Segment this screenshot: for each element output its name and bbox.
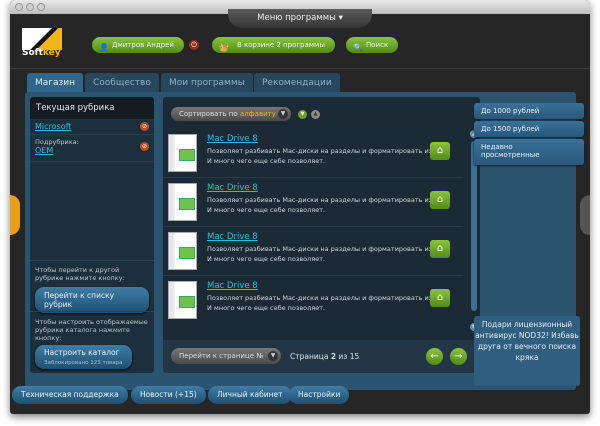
product-box-image [168,232,197,270]
page-info: Страница 2 из 15 [290,352,360,361]
add-to-cart-button[interactable]: ⌂ [430,240,450,258]
right-side-handle[interactable] [580,195,590,235]
current-category-title: Текущая рубрика [30,97,154,119]
product-item: Mac Drive 8 Позволяет разбивать Mac-диски… [163,228,463,276]
product-title-link[interactable]: Mac Drive 8 [207,134,258,144]
subcategory-label: Подрубрика: [35,138,79,146]
goto-page-dropdown[interactable]: Перейти к странице № ▼ [171,348,281,364]
softkey-logo: Softkey [22,28,62,60]
chevron-down-icon: ▼ [278,109,288,119]
product-title-link[interactable]: Mac Drive 8 [207,281,258,291]
user-button[interactable]: 👤 Дмитров Андрей [92,37,184,53]
filter-under-1500[interactable]: До 1500 рублей [474,121,584,137]
category-hint: Чтобы перейти к другой рубрике нажмите к… [35,266,125,282]
remove-subcategory-icon[interactable]: ⊘ [140,142,149,151]
tech-support-button[interactable]: Техническая поддержка [12,386,128,404]
product-desc: Позволяет разбивать Mac-диски на разделы… [207,245,435,263]
close-window-button[interactable] [15,3,23,11]
settings-button[interactable]: Настройки [289,386,350,404]
catalog-hint: Чтобы настроить отображаемые рубрики кат… [35,318,148,342]
add-to-cart-button[interactable]: ⌂ [430,142,450,160]
program-menu-button[interactable]: Меню программы ▾ [228,9,372,28]
category-list-button[interactable]: Перейти к списку рубрик [35,287,149,313]
scroll-thumb[interactable] [471,141,477,311]
app-window: Меню программы ▾ Softkey 👤 Дмитров Андрей… [10,0,590,414]
product-desc: Позволяет разбивать Mac-диски на разделы… [207,294,435,312]
product-desc: Позволяет разбивать Mac-диски на разделы… [207,147,435,165]
tab-my-programs[interactable]: Мои программы [161,73,253,93]
logout-power-icon[interactable]: ⏻ [189,40,199,50]
category-link[interactable]: Microsoft [35,122,71,131]
tab-shop[interactable]: Магазин [27,73,84,93]
news-button[interactable]: Новости (+15) [131,386,206,404]
left-side-handle[interactable] [10,195,20,235]
product-item: Mac Drive 8 Позволяет разбивать Mac-диски… [163,130,463,178]
add-to-cart-button[interactable]: ⌂ [430,191,450,209]
product-list-panel: Сортировать по алфавиту ▼ ▼ ▲ Mac Drive 8… [163,97,480,373]
promo-banner[interactable]: Подари лицензионный антивирус NOD32! Изб… [474,316,580,386]
pagination-bar: Перейти к странице № ▼ Страница 2 из 15 ←… [163,340,480,373]
filter-recently-viewed[interactable]: Недавно просмотренные [474,139,584,165]
prev-page-arrow-icon[interactable]: ← [426,348,443,365]
subcategory-link[interactable]: OEM [35,146,53,155]
product-item: Mac Drive 8 Позволяет разбивать Mac-диски… [163,277,463,325]
divider [10,68,590,69]
product-item: Mac Drive 8 Позволяет разбивать Mac-диски… [163,179,463,227]
search-button[interactable]: 🔍 Поиск [346,37,399,53]
next-page-arrow-icon[interactable]: → [450,348,467,365]
user-icon: 👤 [99,43,109,52]
product-title-link[interactable]: Mac Drive 8 [207,232,258,242]
minimize-window-button[interactable] [26,3,34,11]
product-box-image [168,134,197,172]
filter-under-1000[interactable]: До 1000 рублей [474,103,584,119]
product-desc: Позволяет разбивать Mac-диски на разделы… [207,196,435,214]
chevron-down-icon: ▼ [268,351,278,361]
zoom-window-button[interactable] [37,3,45,11]
product-box-image [168,183,197,221]
configure-catalog-button[interactable]: Настроить каталог Заблокировано 123 товар… [35,345,132,369]
search-icon: 🔍 [353,43,363,52]
sort-dropdown[interactable]: Сортировать по алфавиту ▼ [171,107,291,121]
basket-icon: 🧺 [219,43,229,52]
category-panel: Текущая рубрика Microsoft ⊘ Подрубрика: … [30,97,154,373]
product-box-image [168,281,197,319]
product-title-link[interactable]: Mac Drive 8 [207,183,258,193]
sort-asc-icon[interactable]: ▲ [311,110,320,119]
personal-account-button[interactable]: Личный кабинет [208,386,292,404]
add-to-cart-button[interactable]: ⌂ [430,289,450,307]
cart-button[interactable]: 🧺 В корзине 2 программы [212,37,335,53]
tab-recommendations[interactable]: Рекомендации [254,73,340,93]
sort-desc-icon[interactable]: ▼ [298,110,307,119]
remove-category-icon[interactable]: ⊘ [140,122,149,131]
tab-community[interactable]: Сообщество [85,73,159,93]
